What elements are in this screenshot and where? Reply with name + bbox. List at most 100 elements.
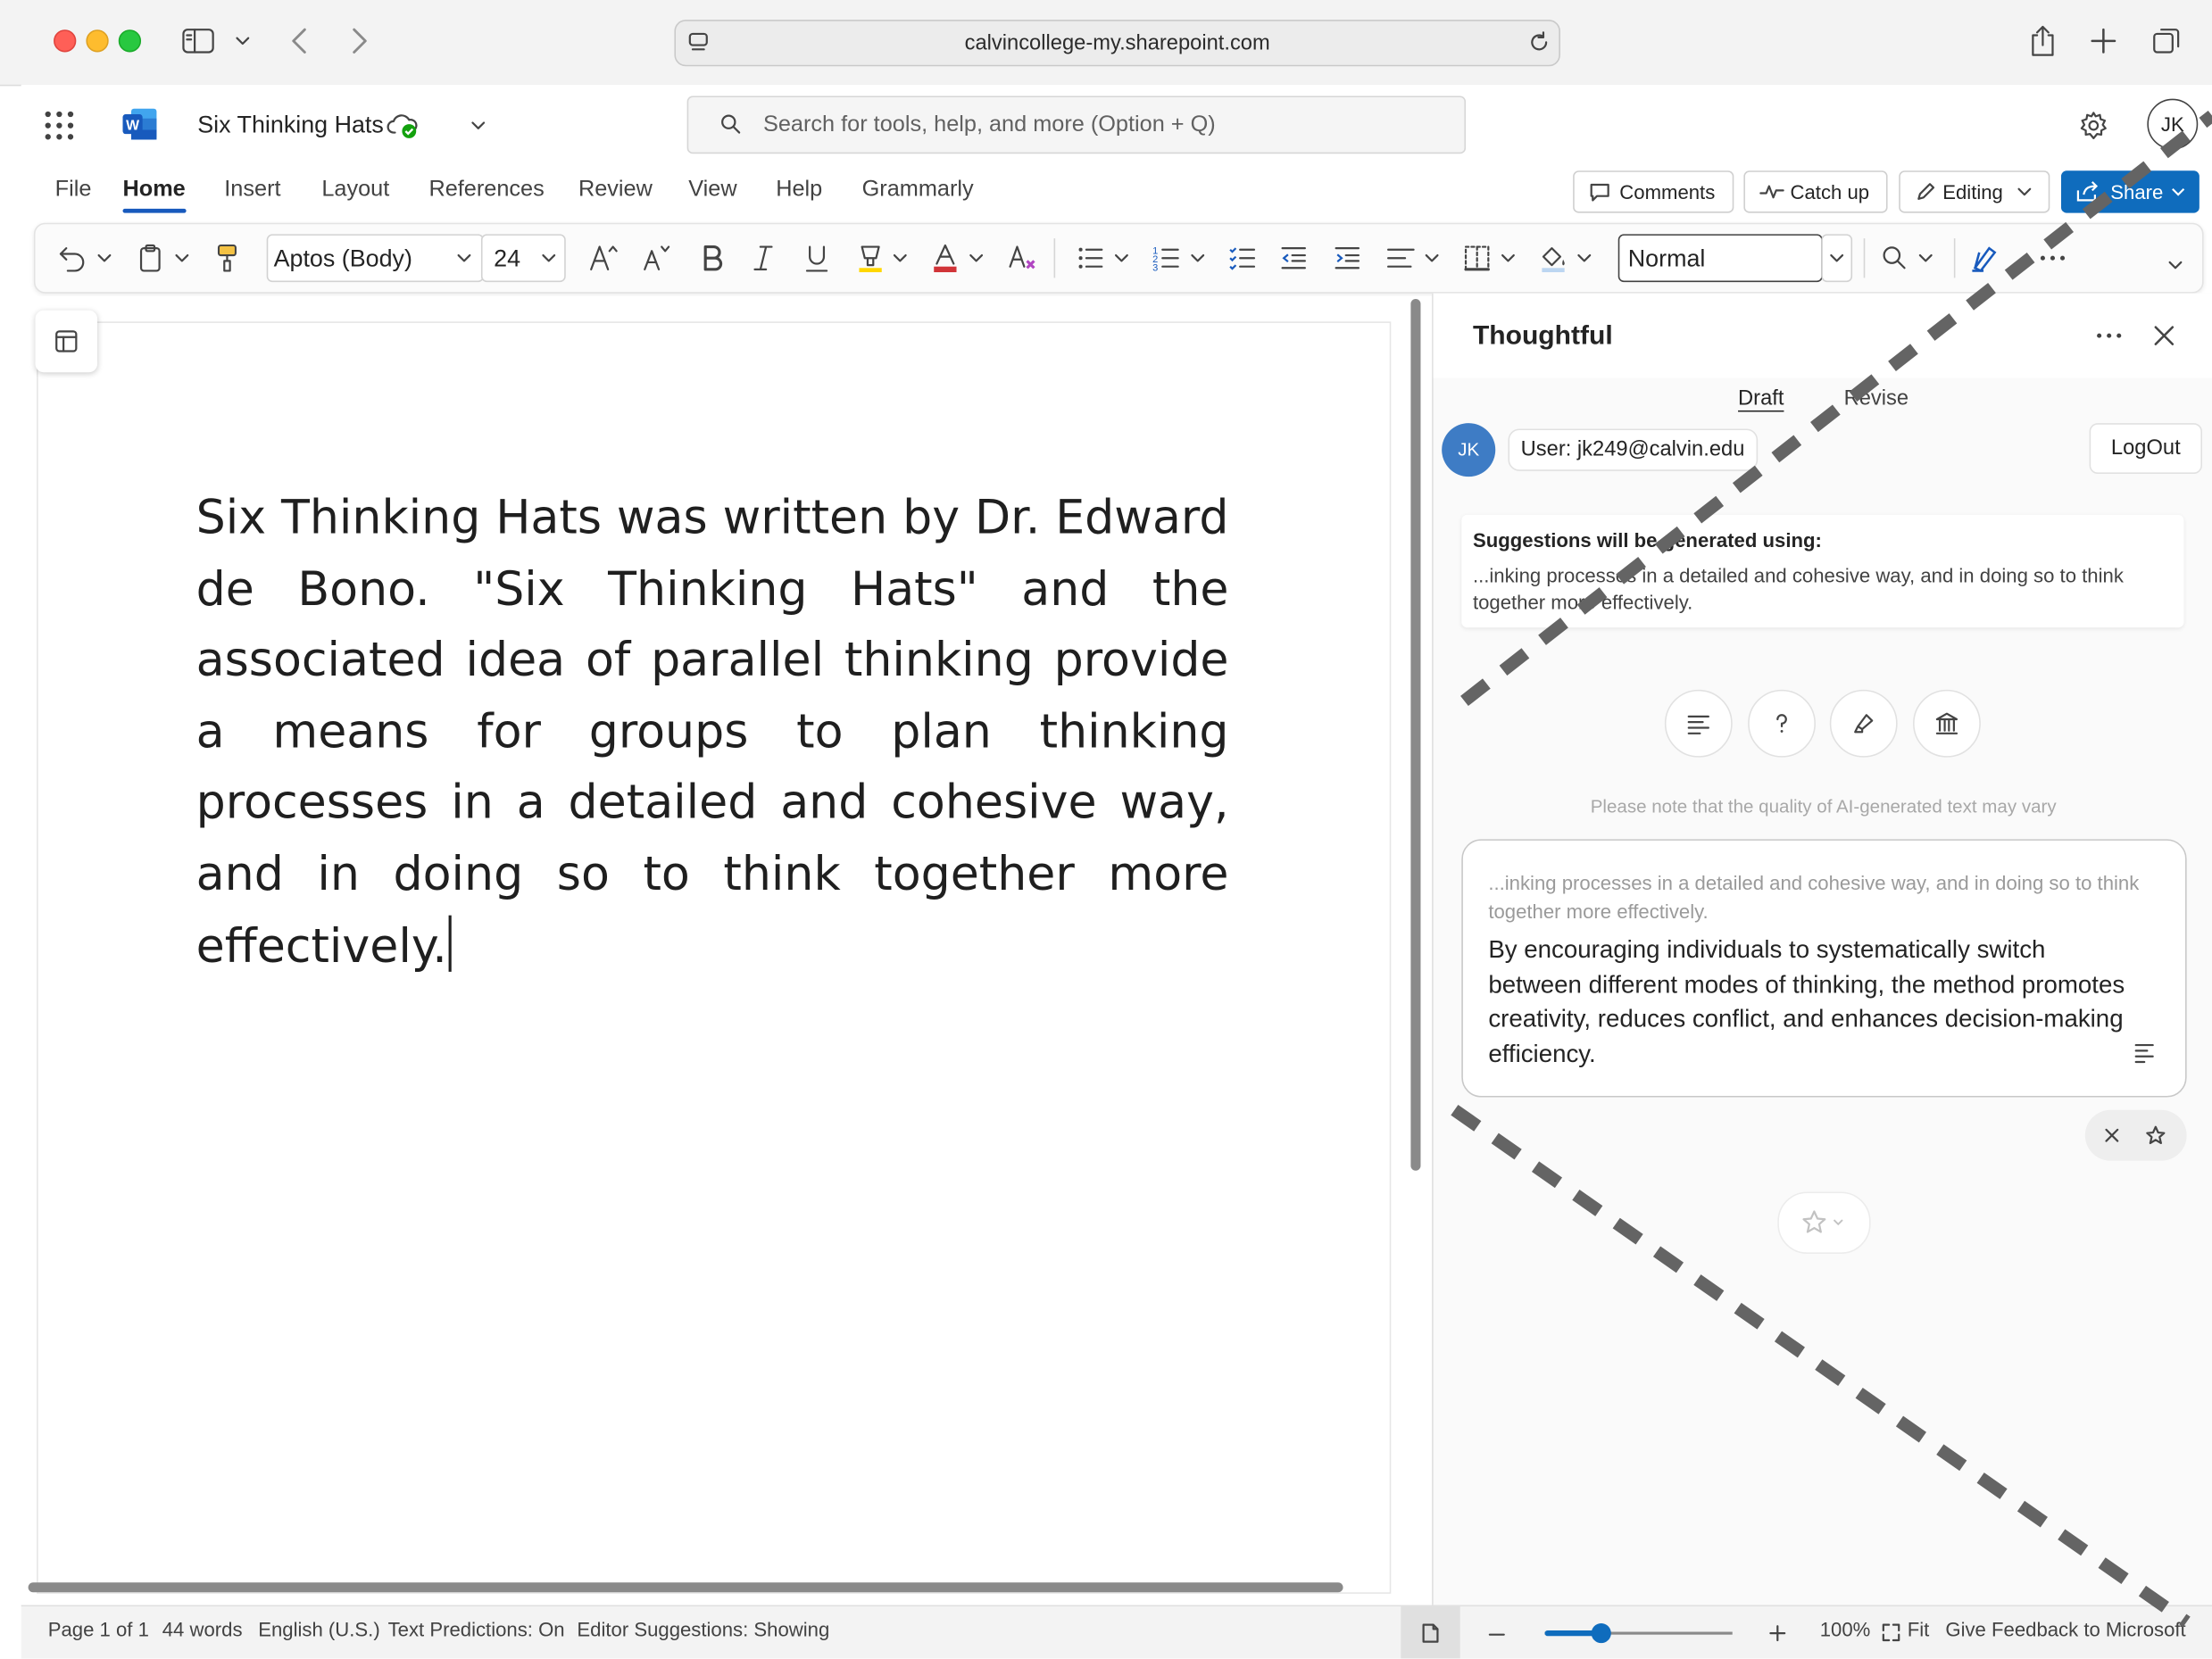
menu-help[interactable]: Help: [776, 178, 822, 203]
style-gallery[interactable]: Normal: [1617, 234, 1823, 283]
vertical-scrollbar[interactable]: [1410, 299, 1421, 1171]
minimize-window-button[interactable]: [86, 29, 109, 53]
logout-button[interactable]: LogOut: [2089, 423, 2203, 475]
fit-icon[interactable]: [1881, 1622, 1902, 1643]
highlight-icon[interactable]: [853, 241, 887, 275]
catch-up-button[interactable]: Catch up: [1743, 170, 1888, 213]
paste-chevron-down-icon[interactable]: [172, 248, 192, 268]
zoom-out-icon[interactable]: [1485, 1623, 1508, 1646]
decrease-indent-icon[interactable]: [1276, 241, 1310, 275]
settings-gear-icon[interactable]: [2078, 110, 2109, 141]
numbering-icon[interactable]: 123: [1150, 241, 1184, 275]
menu-file[interactable]: File: [55, 178, 92, 203]
question-button[interactable]: [1748, 689, 1816, 758]
pane-more-icon[interactable]: [2092, 321, 2126, 350]
insert-text-icon[interactable]: [2132, 1040, 2157, 1065]
zoom-slider-thumb[interactable]: [1591, 1623, 1611, 1644]
document-paragraph[interactable]: Six Thinking Hats was written by Dr. Edw…: [196, 489, 1229, 972]
language[interactable]: English (U.S.): [258, 1618, 379, 1640]
underline-icon[interactable]: [800, 241, 834, 275]
numbering-chevron-down-icon[interactable]: [1188, 248, 1208, 268]
tab-draft[interactable]: Draft: [1738, 386, 1784, 411]
navigation-pane-button[interactable]: [35, 310, 98, 373]
format-painter-icon[interactable]: [210, 241, 244, 275]
document-title[interactable]: Six Thinking Hats: [197, 112, 384, 140]
share-button[interactable]: Share: [2060, 170, 2200, 213]
sidebar-toggle-icon[interactable]: [180, 25, 217, 56]
clear-formatting-icon[interactable]: [1006, 241, 1040, 275]
zoom-level[interactable]: 100%: [1820, 1618, 1871, 1640]
font-size-dropdown[interactable]: 24: [480, 234, 566, 283]
text-predictions[interactable]: Text Predictions: On: [388, 1618, 565, 1640]
shading-icon[interactable]: [1536, 241, 1570, 275]
app-launcher-icon[interactable]: [44, 110, 75, 141]
share-page-icon[interactable]: [2027, 22, 2058, 59]
paste-clipboard-icon[interactable]: [134, 241, 168, 275]
dismiss-icon[interactable]: [2102, 1125, 2122, 1145]
style-dropdown[interactable]: [1821, 234, 1853, 283]
zoom-window-button[interactable]: [118, 29, 142, 53]
bullets-chevron-down-icon[interactable]: [1111, 248, 1131, 268]
suggestion-text[interactable]: By encouraging individuals to systematic…: [1488, 933, 2137, 1071]
italic-icon[interactable]: [746, 241, 780, 275]
comments-button[interactable]: Comments: [1573, 170, 1734, 213]
menu-grammarly[interactable]: Grammarly: [862, 178, 974, 203]
tab-revise[interactable]: Revise: [1844, 386, 1908, 411]
find-icon[interactable]: [1878, 241, 1912, 275]
more-options-icon[interactable]: [2036, 241, 2070, 275]
editor-icon[interactable]: [1968, 241, 2002, 275]
align-chevron-down-icon[interactable]: [1422, 248, 1442, 268]
undo-icon[interactable]: [55, 241, 89, 275]
menu-layout[interactable]: Layout: [321, 178, 389, 203]
print-layout-button[interactable]: [1401, 1606, 1460, 1659]
suggestion-card[interactable]: ...inking processes in a detailed and co…: [1461, 839, 2187, 1098]
back-icon[interactable]: [287, 25, 315, 56]
menu-view[interactable]: View: [688, 178, 736, 203]
bold-icon[interactable]: [695, 241, 729, 275]
bullets-icon[interactable]: [1074, 241, 1108, 275]
new-tab-icon[interactable]: [2088, 25, 2119, 56]
title-chevron-down-icon[interactable]: [469, 116, 488, 136]
star-icon[interactable]: [2144, 1124, 2166, 1147]
borders-chevron-down-icon[interactable]: [1498, 248, 1518, 268]
pane-close-icon[interactable]: [2150, 321, 2179, 350]
find-chevron-down-icon[interactable]: [1916, 248, 1935, 268]
close-window-button[interactable]: [54, 29, 77, 53]
page-count[interactable]: Page 1 of 1: [48, 1618, 149, 1640]
forward-icon[interactable]: [345, 25, 373, 56]
checklist-icon[interactable]: [1226, 241, 1260, 275]
shrink-font-icon[interactable]: [639, 241, 673, 275]
menu-home[interactable]: Home: [122, 178, 185, 203]
font-name-dropdown[interactable]: Aptos (Body): [266, 234, 485, 283]
word-count[interactable]: 44 words: [162, 1618, 243, 1640]
account-avatar[interactable]: JK: [2147, 98, 2199, 150]
fit-button[interactable]: Fit: [1908, 1618, 1930, 1640]
font-color-chevron-down-icon[interactable]: [967, 248, 986, 268]
highlight-suggest-button[interactable]: [1829, 689, 1898, 758]
zoom-slider[interactable]: [1544, 1623, 1733, 1644]
increase-indent-icon[interactable]: [1330, 241, 1364, 275]
menu-review[interactable]: Review: [578, 178, 653, 203]
feedback-link[interactable]: Give Feedback to Microsoft: [1945, 1618, 2185, 1640]
horizontal-scrollbar[interactable]: [28, 1582, 1343, 1593]
editor-suggestions[interactable]: Editor Suggestions: Showing: [577, 1618, 829, 1640]
editing-mode-button[interactable]: Editing: [1899, 170, 2050, 213]
ribbon-collapse-chevron-icon[interactable]: [2166, 255, 2185, 275]
shading-chevron-down-icon[interactable]: [1575, 248, 1594, 268]
highlight-chevron-down-icon[interactable]: [890, 248, 910, 268]
address-bar[interactable]: calvincollege-my.sharepoint.com: [674, 20, 1560, 67]
search-box[interactable]: Search for tools, help, and more (Option…: [686, 95, 1467, 154]
align-icon[interactable]: [1384, 241, 1418, 275]
menu-references[interactable]: References: [428, 178, 544, 203]
borders-icon[interactable]: [1460, 241, 1494, 275]
font-color-icon[interactable]: [928, 241, 962, 275]
chevron-down-icon[interactable]: [233, 31, 253, 51]
menu-insert[interactable]: Insert: [224, 178, 280, 203]
reload-icon[interactable]: [1526, 29, 1551, 54]
tab-overview-icon[interactable]: [2150, 24, 2184, 58]
document-body[interactable]: Six Thinking Hats was written by Dr. Edw…: [196, 482, 1229, 982]
undo-chevron-down-icon[interactable]: [95, 248, 114, 268]
zoom-in-icon[interactable]: [1767, 1622, 1789, 1644]
favorites-button[interactable]: [1777, 1191, 1871, 1254]
grow-font-icon[interactable]: [586, 241, 620, 275]
